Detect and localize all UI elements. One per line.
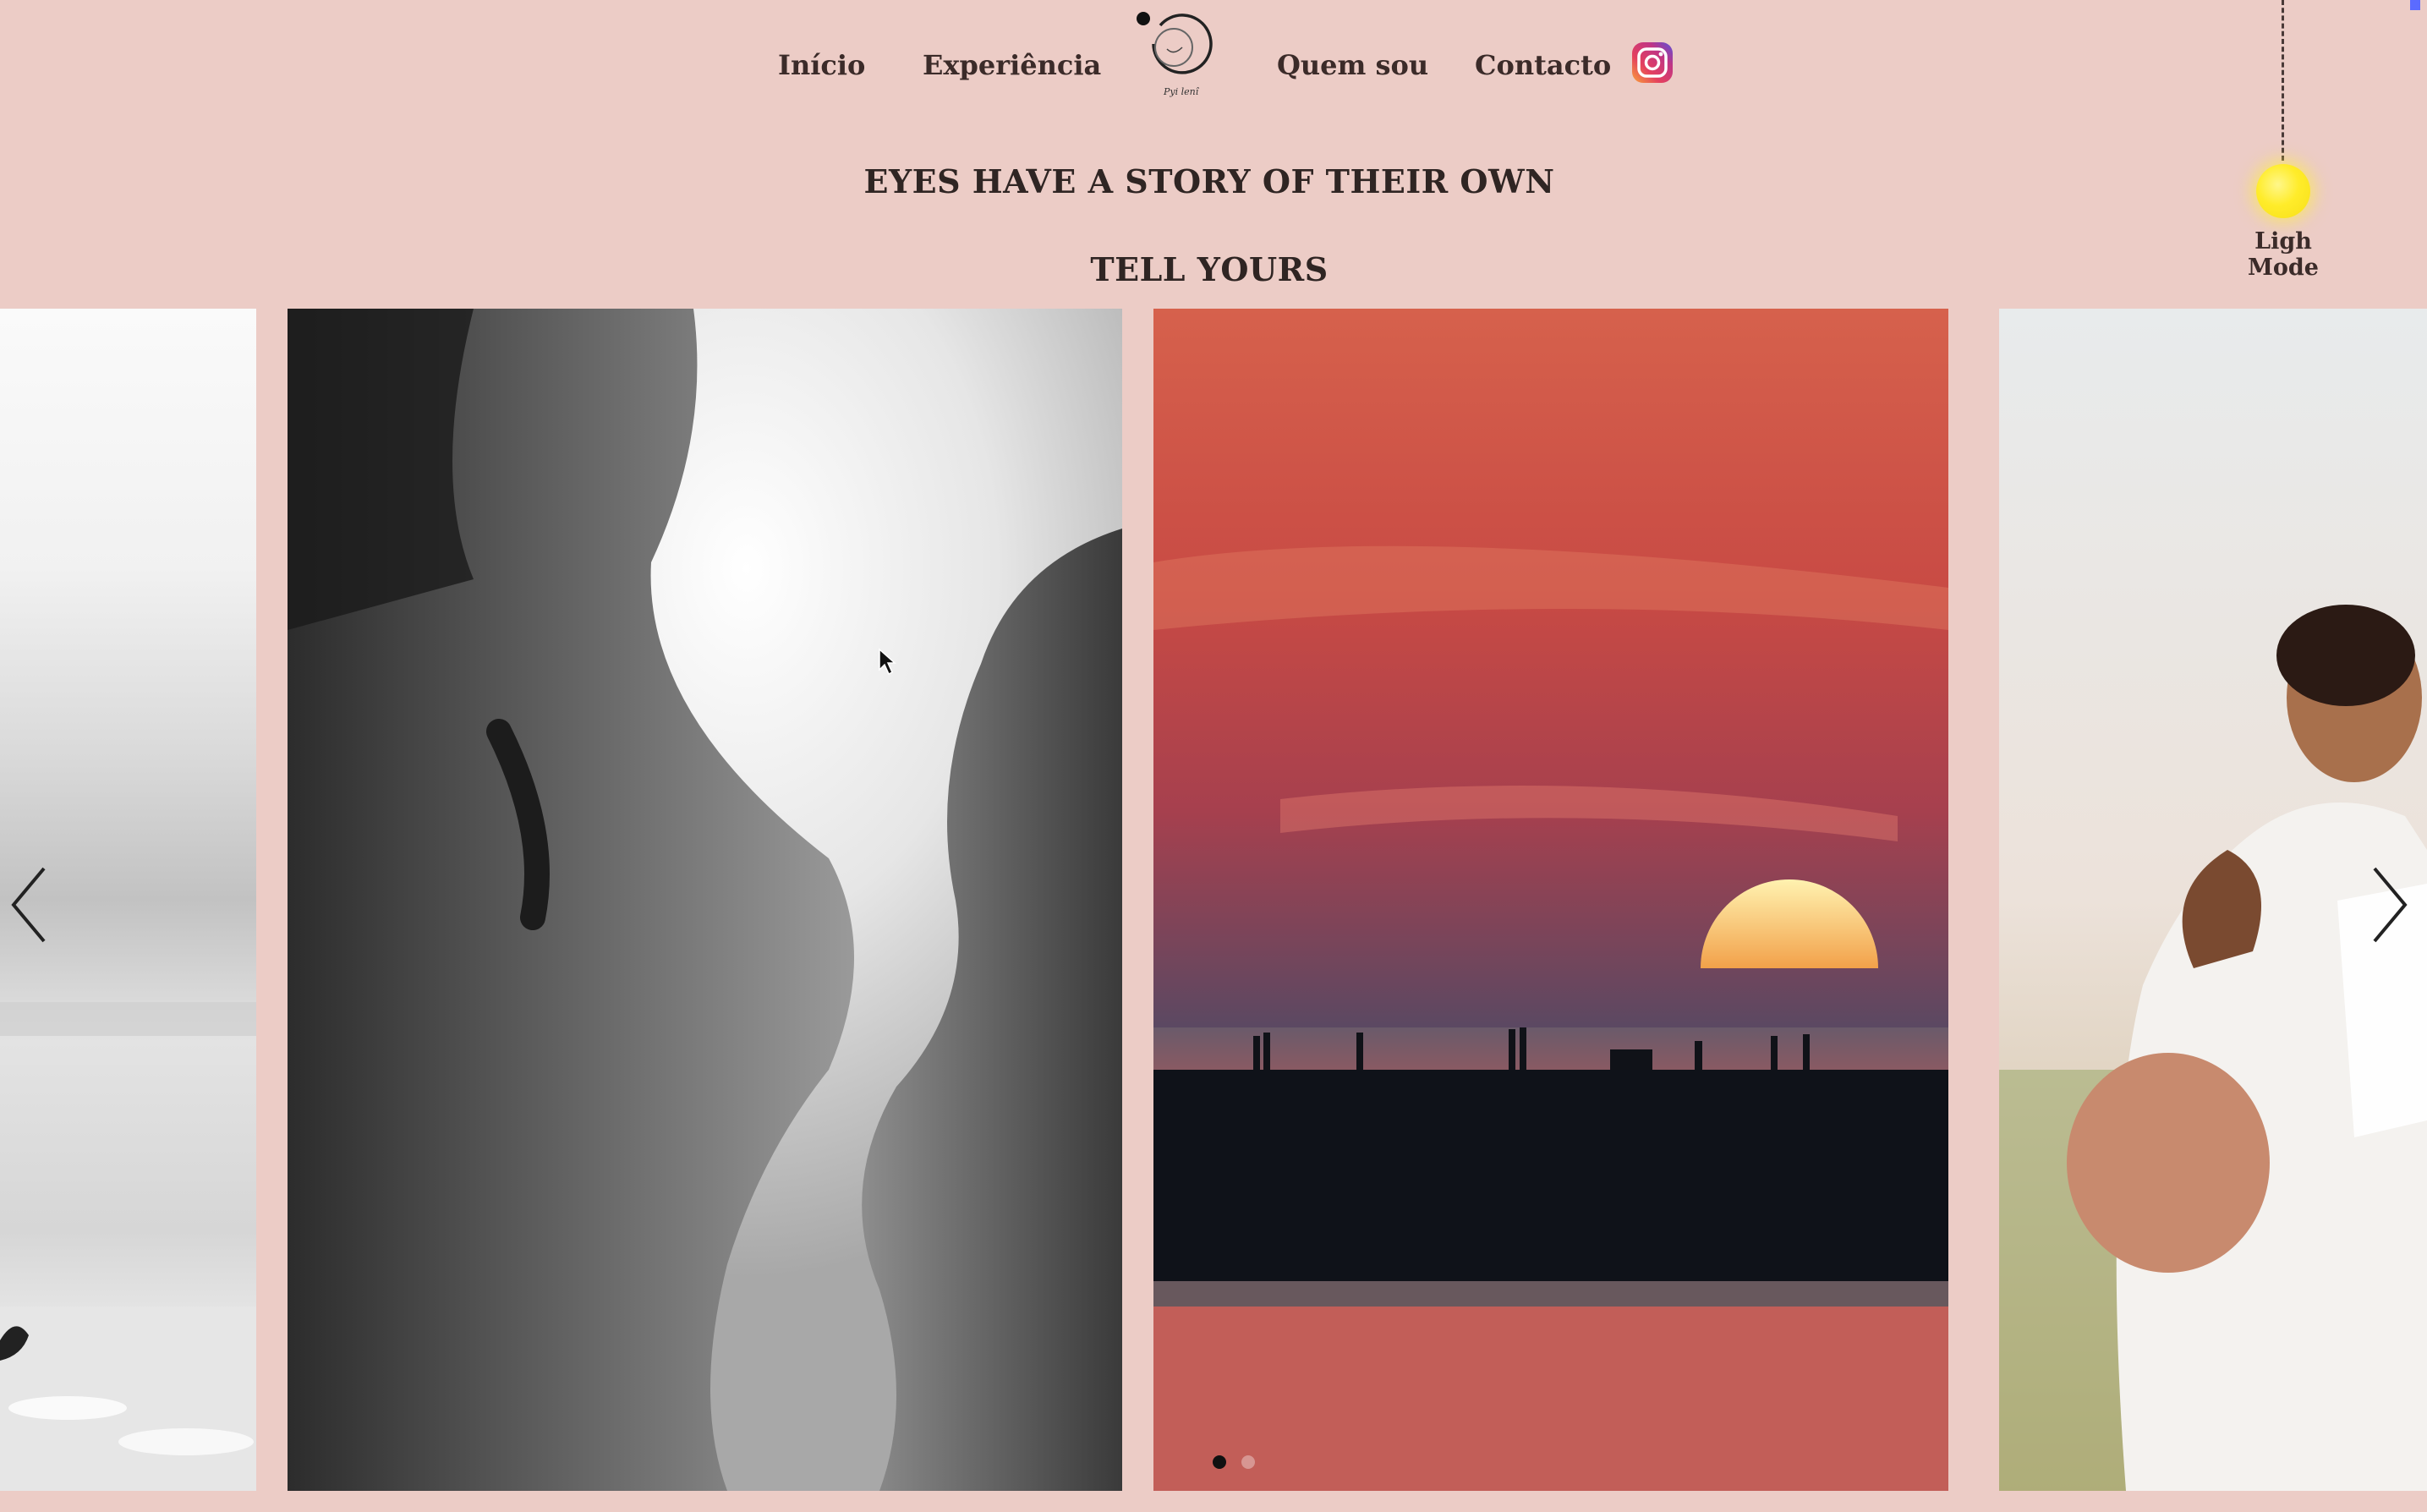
nav-item-quem-sou[interactable]: Quem sou <box>1277 49 1428 81</box>
image-slider <box>0 309 2427 1493</box>
nav-item-inicio[interactable]: Início <box>778 49 865 81</box>
silhouette-photo <box>288 309 1122 1491</box>
top-navigation: Início Experiência Pyi lenî Quem sou Con… <box>0 0 2427 135</box>
pull-string <box>2282 0 2284 161</box>
hero-subtitle: TELL YOURS <box>1090 250 1329 288</box>
hero-title: EYES HAVE A STORY OF THEIR OWN <box>863 162 1555 200</box>
instagram-icon[interactable] <box>1630 41 1674 85</box>
chevron-right-icon[interactable] <box>2359 858 2419 951</box>
pagination-dot-2[interactable] <box>1241 1455 1255 1469</box>
light-mode-toggle[interactable]: Ligh Mode <box>2216 0 2351 281</box>
chevron-left-icon[interactable] <box>0 858 59 951</box>
site-logo[interactable]: Pyi lenî <box>1133 7 1218 100</box>
logo-signature: Pyi lenî <box>1163 86 1200 97</box>
sunset-photo <box>1153 309 1948 1491</box>
edge-marker <box>2410 0 2420 10</box>
bulb-icon[interactable] <box>2256 164 2310 218</box>
nav-item-contacto[interactable]: Contacto <box>1475 49 1611 81</box>
mouse-cursor-icon <box>879 648 896 676</box>
nav-item-experiencia[interactable]: Experiência <box>923 49 1101 81</box>
slide-pregnancy-silhouette[interactable] <box>288 309 1122 1491</box>
light-mode-label: Ligh Mode <box>2248 228 2319 281</box>
slide-sunset-pier[interactable] <box>1153 309 1948 1491</box>
pagination-dot-1[interactable] <box>1213 1455 1226 1469</box>
